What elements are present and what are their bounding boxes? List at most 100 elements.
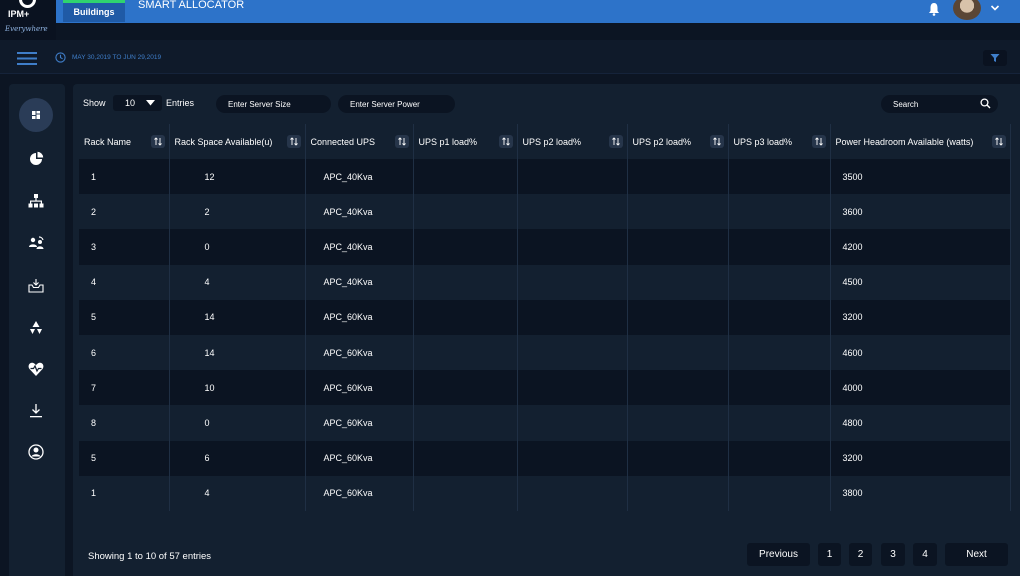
- column-header[interactable]: Rack Name: [79, 124, 170, 159]
- page-button-3[interactable]: 3: [881, 543, 905, 566]
- table-cell: APC_40Kva: [305, 159, 414, 195]
- filter-bar: MAY 30,2019 TO JUN 29,2019: [0, 40, 1020, 74]
- sidebar-item-profile[interactable]: [19, 435, 53, 469]
- next-button[interactable]: Next: [945, 543, 1008, 566]
- table-cell: [517, 194, 628, 230]
- sidebar-item-health[interactable]: [19, 352, 53, 386]
- page-button-2[interactable]: 2: [849, 543, 872, 566]
- sort-icon[interactable]: [709, 135, 724, 148]
- table-cell: 6: [79, 334, 170, 371]
- column-header[interactable]: UPS p3 load%: [728, 124, 831, 159]
- table-cell: [413, 264, 518, 300]
- table-cell: 1: [79, 475, 170, 511]
- table-cell: 4: [79, 264, 170, 300]
- table-cell: [517, 264, 628, 300]
- table-cell: [728, 370, 831, 406]
- previous-button[interactable]: Previous: [747, 543, 810, 566]
- table-row[interactable]: 5 14 APC_60Kva 3200: [79, 299, 1011, 335]
- page-button-4[interactable]: 4: [913, 543, 937, 566]
- table-cell: 3200: [830, 440, 1011, 476]
- table-cell: [413, 159, 518, 195]
- table-cell: APC_60Kva: [305, 334, 414, 371]
- sidebar-item-dashboard[interactable]: [19, 98, 53, 132]
- table-cell: [627, 440, 729, 476]
- sort-icon[interactable]: [498, 135, 513, 148]
- table-cell: APC_40Kva: [305, 264, 414, 300]
- table-body: 1 12 APC_40Kva 3500 2 2 APC_40Kva 3600 3 0 APC_40K…: [79, 159, 1011, 511]
- entries-per-page-select[interactable]: 10: [113, 95, 162, 111]
- show-label: Show: [83, 98, 106, 108]
- column-header-label: UPS p1 load%: [418, 136, 478, 147]
- table-row[interactable]: 4 4 APC_40Kva 4500: [79, 264, 1011, 300]
- sort-icon[interactable]: [811, 135, 826, 148]
- menu-icon[interactable]: [17, 52, 37, 65]
- sort-icon[interactable]: [608, 135, 623, 148]
- column-header[interactable]: UPS p1 load%: [413, 124, 518, 159]
- table-row[interactable]: 1 12 APC_40Kva 3500: [79, 159, 1011, 195]
- sidebar-item-download[interactable]: [19, 394, 53, 428]
- table-cell: [517, 475, 628, 511]
- table-cell: APC_40Kva: [305, 229, 414, 265]
- sort-icon[interactable]: [394, 135, 409, 148]
- table-row[interactable]: 6 14 APC_60Kva 4600: [79, 334, 1011, 371]
- server-size-input[interactable]: [216, 95, 331, 113]
- column-header-label: Rack Name: [84, 136, 132, 147]
- sidebar-item-recycle[interactable]: [19, 311, 53, 345]
- table-cell: 10: [169, 370, 306, 406]
- bell-icon[interactable]: [928, 2, 940, 16]
- filter-button[interactable]: [983, 50, 1007, 66]
- table-cell: 2: [169, 194, 306, 230]
- dashboard-icon: [32, 111, 40, 119]
- table-row[interactable]: 2 2 APC_40Kva 3600: [79, 194, 1011, 230]
- table-cell: [728, 475, 831, 511]
- recycle-icon: [30, 321, 42, 334]
- entries-label: Entries: [166, 98, 195, 108]
- column-header[interactable]: Rack Space Available(u): [169, 124, 306, 159]
- page-button-1[interactable]: 1: [818, 543, 841, 566]
- column-header[interactable]: UPS p2 load%: [517, 124, 628, 159]
- sidebar-item-hierarchy[interactable]: [19, 184, 53, 218]
- entries-per-page-value: 10: [125, 98, 136, 108]
- table-cell: [728, 440, 831, 476]
- table-cell: [413, 334, 518, 371]
- logo[interactable]: IPM+ Everywhere: [0, 0, 56, 40]
- table-cell: [517, 159, 628, 195]
- column-header[interactable]: Connected UPS: [305, 124, 414, 159]
- sidebar: [9, 84, 65, 576]
- sidebar-item-users[interactable]: [19, 227, 53, 261]
- table-cell: [627, 229, 729, 265]
- column-header-label: Connected UPS: [310, 136, 376, 147]
- column-header-label: UPS p2 load%: [632, 136, 692, 147]
- tab-buildings[interactable]: Buildings: [63, 0, 125, 22]
- date-range[interactable]: MAY 30,2019 TO JUN 29,2019: [72, 52, 161, 63]
- sort-icon[interactable]: [286, 135, 301, 148]
- hierarchy-icon: [28, 194, 44, 208]
- table-cell: 5: [79, 299, 170, 335]
- table-cell: 0: [169, 229, 306, 265]
- sidebar-item-inbox[interactable]: [19, 269, 53, 303]
- column-header[interactable]: UPS p2 load%: [627, 124, 729, 159]
- table-row[interactable]: 5 6 APC_60Kva 3200: [79, 440, 1011, 476]
- sidebar-item-reports[interactable]: [19, 142, 53, 176]
- table-cell: 4600: [830, 334, 1011, 371]
- table-row[interactable]: 8 0 APC_60Kva 4800: [79, 405, 1011, 441]
- table-cell: [413, 475, 518, 511]
- table-row[interactable]: 7 10 APC_60Kva 4000: [79, 370, 1011, 406]
- table-cell: 3200: [830, 299, 1011, 335]
- table-cell: 2: [79, 194, 170, 230]
- rack-table: Rack Name Rack Space Available(u) Connecte…: [79, 124, 1011, 511]
- table-cell: [517, 334, 628, 371]
- sort-icon[interactable]: [150, 135, 165, 148]
- search-icon[interactable]: [980, 98, 991, 109]
- table-row[interactable]: 1 4 APC_60Kva 3800: [79, 475, 1011, 511]
- chevron-down-icon[interactable]: [990, 4, 1000, 12]
- table-row[interactable]: 3 0 APC_40Kva 4200: [79, 229, 1011, 265]
- table-cell: APC_60Kva: [305, 370, 414, 406]
- column-header-label: UPS p2 load%: [522, 136, 582, 147]
- table-cell: APC_60Kva: [305, 440, 414, 476]
- column-header[interactable]: Power Headroom Available (watts): [830, 124, 1011, 159]
- clock-icon: [55, 52, 66, 63]
- sort-icon[interactable]: [991, 135, 1006, 148]
- server-power-input[interactable]: [338, 95, 455, 113]
- table-cell: [517, 229, 628, 265]
